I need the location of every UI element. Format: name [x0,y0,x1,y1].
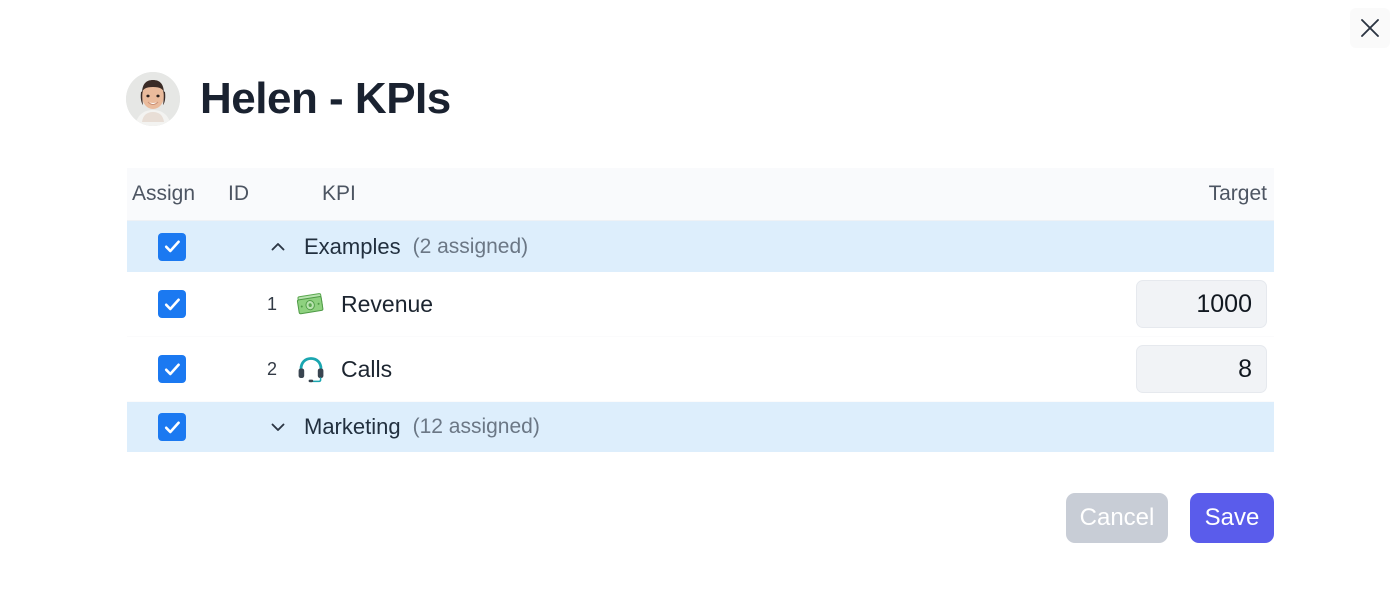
group-name: Examples [304,233,401,259]
group-assigned-count: (2 assigned) [412,234,529,258]
row-assign-cell [127,290,228,318]
group-assign-cell [127,413,228,441]
save-button[interactable]: Save [1190,493,1274,543]
column-header-assign: Assign [132,182,196,205]
avatar [126,72,180,126]
headphones-icon [295,355,327,383]
target-input-calls[interactable] [1136,345,1267,393]
cancel-button[interactable]: Cancel [1066,493,1168,543]
chevron-up-icon[interactable] [260,237,296,257]
dialog-footer: Cancel Save [1066,493,1274,543]
table-row[interactable]: 1 Revenue 1000 [127,272,1274,337]
dialog-header: Helen - KPIs [126,72,451,126]
kpi-assignment-dialog: Helen - KPIs Assign ID KPI Target Exampl… [0,0,1400,608]
row-kpi-cell: Revenue [290,291,1114,318]
chevron-down-icon[interactable] [260,417,296,437]
table-header-row: Assign ID KPI Target [127,168,1274,221]
row-id: 1 [266,293,277,314]
group-kpi-cell: Marketing (12 assigned) [271,414,1114,440]
group-assigned-count: (12 assigned) [412,415,540,438]
group-checkbox-marketing[interactable] [158,413,186,441]
group-checkbox-examples[interactable] [158,232,186,261]
column-header-kpi: KPI [322,182,356,205]
group-row-examples[interactable]: Examples (2 assigned) [127,221,1274,272]
column-header-id: ID [228,182,249,205]
row-kpi-name: Calls [341,355,393,382]
table-row[interactable]: 2 Calls [127,337,1274,402]
group-row-marketing[interactable]: Marketing (12 assigned) [127,402,1274,452]
kpi-table: Assign ID KPI Target Examples (2 assigne… [127,168,1274,452]
money-banknote-icon [295,291,327,317]
page-title: Helen - KPIs [200,74,451,123]
column-header-target: Target [1208,182,1267,205]
row-id-cell: 1 [228,294,290,315]
row-kpi-cell: Calls [290,355,1114,383]
group-assign-cell [127,232,228,261]
row-checkbox-revenue[interactable] [158,290,186,318]
target-input-revenue[interactable] [1136,280,1267,328]
group-kpi-cell: Examples (2 assigned) [271,233,1114,260]
row-id: 2 [266,358,277,379]
row-kpi-name: Revenue [341,290,434,317]
close-button[interactable] [1350,8,1390,48]
row-target-cell [1114,345,1274,393]
group-name: Marketing [304,414,401,439]
row-target-cell [1114,280,1274,328]
close-icon [1359,17,1381,39]
row-checkbox-calls[interactable] [158,355,186,383]
row-assign-cell [127,355,228,383]
row-id-cell: 2 [228,359,290,380]
